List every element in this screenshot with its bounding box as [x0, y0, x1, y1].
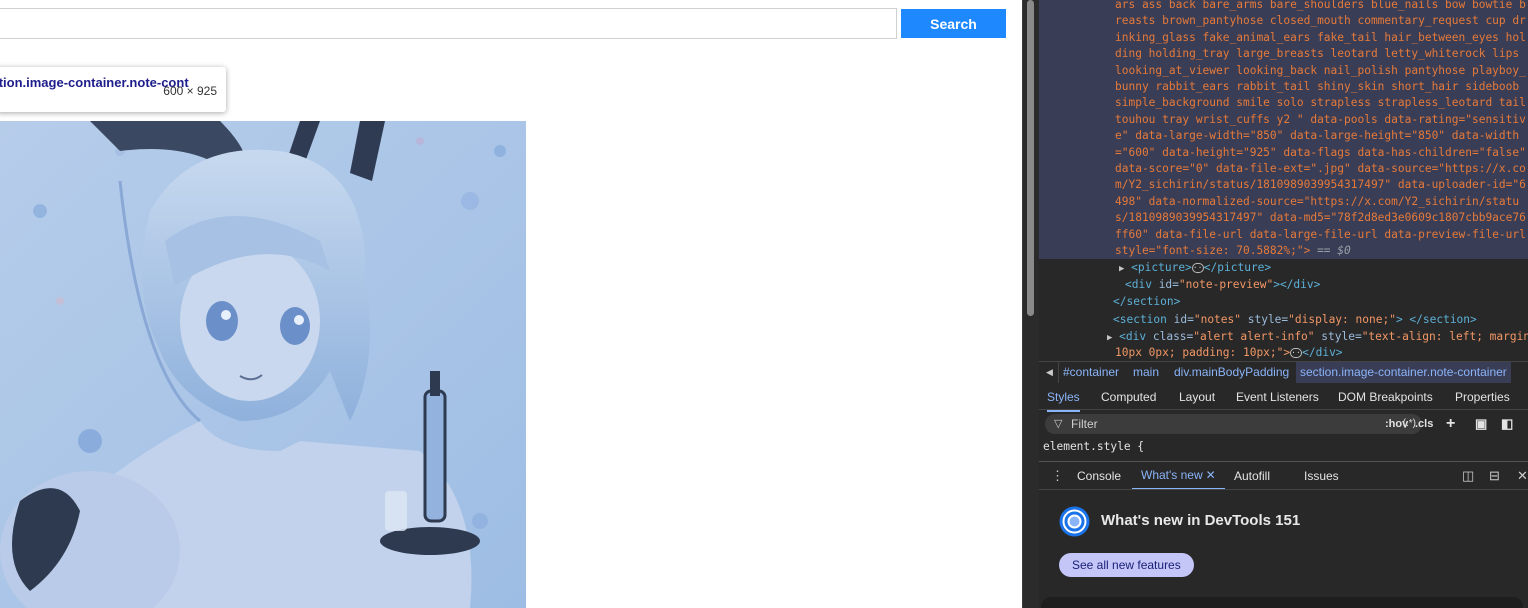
selected-node-marker: == $0 [1310, 244, 1351, 258]
page-viewport: Search section.image-container.note-cont… [0, 0, 1022, 608]
tab-properties[interactable]: Properties [1455, 384, 1510, 410]
cls-toggle[interactable]: .cls [1415, 414, 1433, 434]
inspect-tooltip: section.image-container.note-cont 600 × … [0, 67, 226, 112]
tab-dom-breakpoints[interactable]: DOM Breakpoints [1338, 384, 1433, 410]
devtools-panel: ars ass back bare_arms bare_shoulders bl… [1039, 0, 1528, 608]
tab-styles[interactable]: Styles [1047, 384, 1080, 412]
viewport-scrollbar[interactable] [1022, 0, 1039, 608]
scrollbar-thumb[interactable] [1027, 0, 1034, 316]
filter-icon: ▽ [1054, 418, 1063, 430]
see-all-features-button[interactable]: See all new features [1059, 553, 1194, 577]
styles-filter-input[interactable]: ▽ Filter (.*) [1045, 414, 1422, 434]
post-image[interactable] [0, 121, 526, 608]
hov-toggle[interactable]: :hov [1385, 414, 1408, 434]
paint-icon[interactable]: ▣ [1475, 414, 1487, 434]
dom-node-notes[interactable]: <section id="notes" style="display: none… [1113, 311, 1477, 328]
search-input[interactable] [0, 8, 897, 39]
dom-node-alert-info[interactable]: ▶ <div class="alert alert-info" style="t… [1107, 328, 1528, 345]
breadcrumb-scroll-left-icon[interactable]: ◀ [1041, 362, 1059, 383]
breadcrumb-item[interactable]: div.mainBodyPadding [1170, 362, 1293, 383]
dom-node-picture[interactable]: ▶ <picture>···</picture> [1119, 259, 1271, 276]
search-button[interactable]: Search [901, 9, 1006, 38]
dom-node-alert-info-cont[interactable]: 10px 0px; padding: 10px;">···</div> [1115, 344, 1343, 361]
toggle-sidebar-icon[interactable]: ◧ [1501, 414, 1513, 434]
tab-event-listeners[interactable]: Event Listeners [1236, 384, 1319, 410]
ellipsis-icon[interactable]: ··· [1191, 263, 1207, 273]
tooltip-dimensions: 600 × 925 [163, 84, 217, 98]
selected-node-attributes: ars ass back bare_arms bare_shoulders bl… [1115, 0, 1526, 258]
close-drawer-icon[interactable]: ✕ [1517, 462, 1528, 490]
feature-card[interactable] [1041, 597, 1523, 608]
breadcrumb-item-selected[interactable]: section.image-container.note-container [1296, 362, 1511, 383]
drawer-tabs: ⋮ Console What's new ✕ Autofill Issues ◫ … [1039, 461, 1528, 490]
tab-issues[interactable]: Issues [1304, 462, 1339, 490]
dom-node-section-close[interactable]: </section> [1113, 293, 1180, 310]
sidebar-panel-tabs: Styles Computed Layout Event Listeners D… [1039, 384, 1528, 412]
chrome-logo-icon [1059, 506, 1090, 537]
tooltip-selector: section.image-container.note-cont [0, 75, 189, 90]
add-rule-icon[interactable]: + [1446, 414, 1455, 434]
breadcrumb: ◀ #container main div.mainBodyPadding se… [1039, 361, 1528, 383]
undock-drawer-icon[interactable]: ⊟ [1489, 462, 1500, 490]
expand-caret-icon[interactable]: ▶ [1107, 333, 1112, 343]
selected-dom-node[interactable]: ars ass back bare_arms bare_shoulders bl… [1039, 0, 1528, 259]
dock-side-icon[interactable]: ◫ [1462, 462, 1474, 490]
tab-computed[interactable]: Computed [1101, 384, 1156, 410]
whats-new-panel: What's new in DevTools 151 See all new f… [1039, 489, 1528, 608]
tab-console[interactable]: Console [1077, 462, 1121, 490]
expand-caret-icon[interactable]: ▶ [1119, 264, 1124, 274]
tab-autofill[interactable]: Autofill [1234, 462, 1270, 490]
breadcrumb-item[interactable]: main [1129, 362, 1163, 383]
ellipsis-icon[interactable]: ··· [1290, 348, 1306, 358]
whats-new-title: What's new in DevTools 151 [1101, 512, 1301, 529]
tab-whats-new[interactable]: What's new ✕ [1132, 462, 1225, 490]
dom-node-note-preview[interactable]: <div id="note-preview"></div> [1125, 276, 1320, 293]
tab-layout[interactable]: Layout [1179, 384, 1215, 410]
element-style-rule[interactable]: element.style { [1043, 439, 1144, 455]
close-icon[interactable]: ✕ [1206, 468, 1216, 482]
breadcrumb-item[interactable]: #container [1059, 362, 1123, 383]
drawer-menu-icon[interactable]: ⋮ [1051, 462, 1064, 490]
